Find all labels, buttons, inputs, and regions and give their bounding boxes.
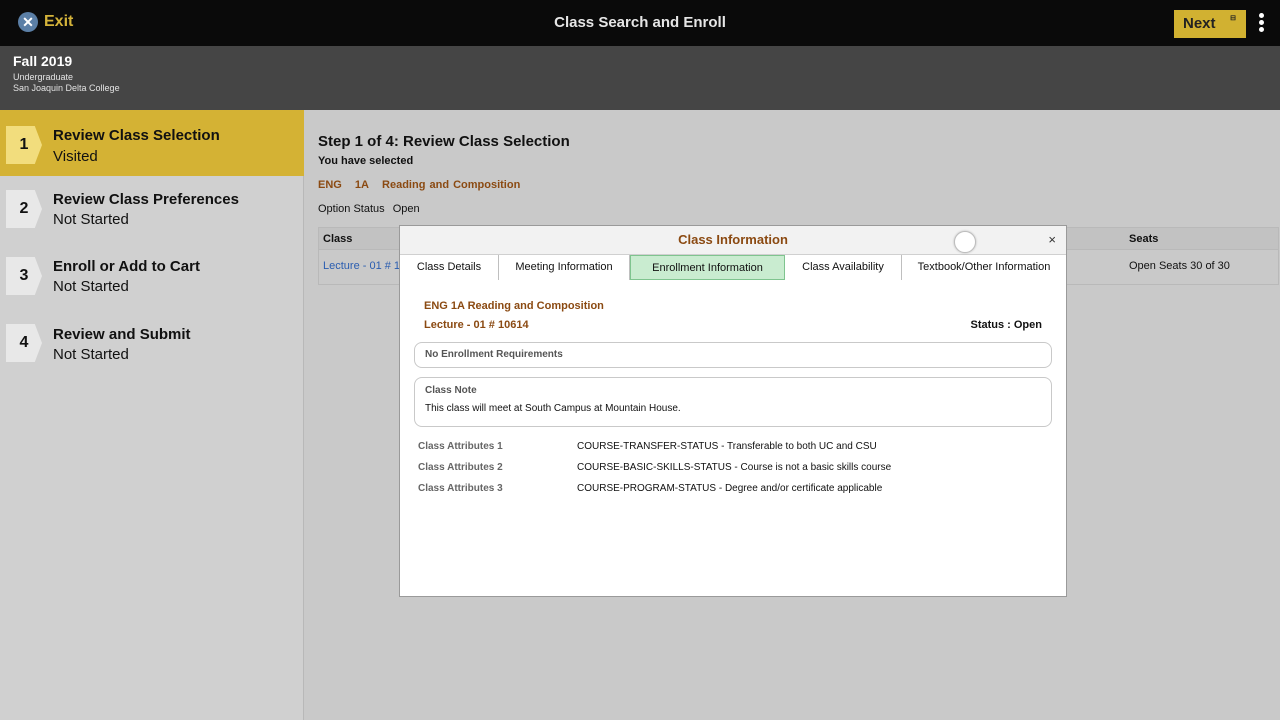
selected-course: ENG 1A Reading and Composition [318, 179, 529, 191]
step-title: Review Class Preferences [53, 191, 239, 208]
close-button[interactable]: × [1048, 232, 1056, 247]
attribute-value: COURSE-BASIC-SKILLS-STATUS - Course is n… [577, 462, 892, 473]
step-number-badge: 4 [6, 324, 42, 362]
next-icon: ⊟ [1230, 15, 1236, 22]
step-number-badge: 1 [6, 126, 42, 164]
column-header-class: Class [323, 233, 353, 245]
status-badge: Status : Open [970, 319, 1042, 331]
course-subject: ENG [318, 179, 342, 191]
step-review-class-preferences[interactable]: 2 Review Class Preferences Not Started [0, 176, 304, 242]
enrollment-requirements-text: No Enrollment Requirements [425, 349, 563, 360]
more-options-icon[interactable] [1256, 13, 1266, 35]
enrollment-requirements-box: No Enrollment Requirements [414, 342, 1052, 368]
step-status: Not Started [53, 278, 129, 295]
next-label: Next [1183, 15, 1216, 32]
step-enroll-or-add-to-cart[interactable]: 3 Enroll or Add to Cart Not Started [0, 243, 304, 309]
step-number-badge: 2 [6, 190, 42, 228]
option-status-label: Option Status [318, 203, 385, 215]
step-title: Review Class Selection [53, 127, 220, 144]
attribute-value: COURSE-PROGRAM-STATUS - Degree and/or ce… [577, 483, 883, 494]
dialog-tabs: Class Details Meeting Information Enroll… [400, 255, 1066, 280]
attribute-label: Class Attributes 3 [418, 483, 503, 494]
class-note-label: Class Note [425, 385, 477, 396]
attribute-label: Class Attributes 2 [418, 462, 503, 473]
course-title: Reading and Composition [382, 179, 521, 191]
tab-enrollment-information[interactable]: Enrollment Information [630, 255, 785, 280]
step-review-and-submit[interactable]: 4 Review and Submit Not Started [0, 310, 304, 376]
attribute-value: COURSE-TRANSFER-STATUS - Transferable to… [577, 441, 877, 452]
step-status: Visited [53, 148, 98, 165]
course-catalog: 1A [354, 179, 369, 191]
page-title: Step 1 of 4: Review Class Selection [318, 133, 570, 150]
class-information-dialog: Class Information × Class Details Meetin… [399, 225, 1067, 597]
seats-value: Open Seats 30 of 30 [1129, 260, 1230, 272]
class-note-box: Class Note This class will meet at South… [414, 377, 1052, 427]
class-note-text: This class will meet at South Campus at … [425, 403, 681, 414]
you-selected-label: You have selected [318, 155, 414, 167]
dialog-section: Lecture - 01 # 10614 [424, 319, 529, 331]
attribute-label: Class Attributes 1 [418, 441, 503, 452]
tab-textbook-other-information[interactable]: Textbook/Other Information [902, 255, 1066, 280]
tab-class-details[interactable]: Class Details [400, 255, 499, 280]
column-header-seats: Seats [1129, 233, 1159, 245]
option-status-value: Open [392, 203, 420, 215]
tab-meeting-information[interactable]: Meeting Information [499, 255, 630, 280]
tab-class-availability[interactable]: Class Availability [785, 255, 902, 280]
dialog-header: Class Information × [400, 226, 1066, 255]
step-number-badge: 3 [6, 257, 42, 295]
term-header: Fall 2019 Undergraduate San Joaquin Delt… [0, 46, 1280, 110]
step-title: Review and Submit [53, 326, 191, 343]
step-review-class-selection[interactable]: 1 Review Class Selection Visited [0, 110, 304, 176]
step-status: Not Started [53, 211, 129, 228]
option-status: Option Status Open [318, 203, 420, 215]
dialog-course-title: ENG 1A Reading and Composition [424, 300, 604, 312]
app-title: Class Search and Enroll [554, 14, 726, 31]
touch-cursor-icon [954, 231, 976, 253]
top-bar: ✕ Exit Class Search and Enroll Next ⊟ [0, 0, 1280, 46]
step-sidebar: 1 Review Class Selection Visited 2 Revie… [0, 110, 304, 720]
term-career: Undergraduate [13, 72, 74, 82]
next-button[interactable]: Next ⊟ [1174, 10, 1246, 38]
term-name: Fall 2019 [13, 53, 73, 69]
step-status: Not Started [53, 346, 129, 363]
term-institution: San Joaquin Delta College [13, 83, 120, 93]
step-title: Enroll or Add to Cart [53, 258, 200, 275]
